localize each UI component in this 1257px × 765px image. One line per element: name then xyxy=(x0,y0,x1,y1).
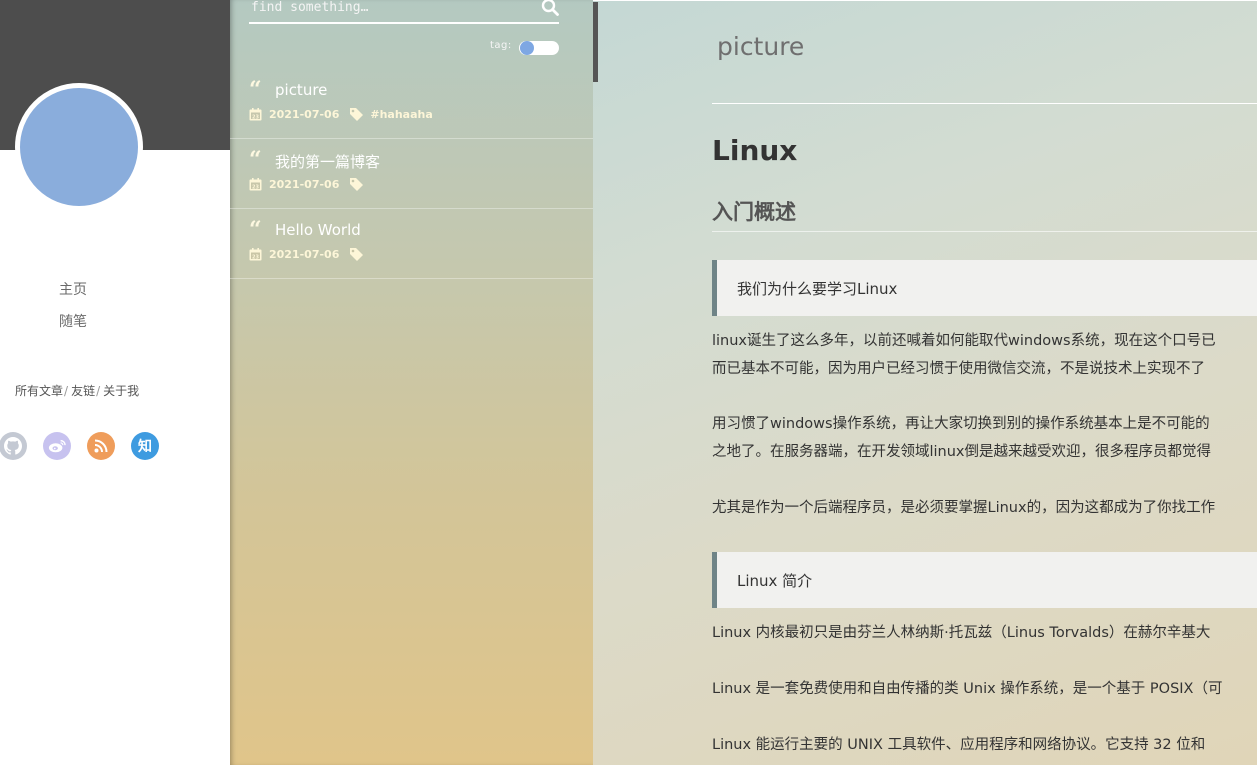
weibo-icon[interactable] xyxy=(43,432,71,460)
post-list-item[interactable]: “ 我的第一篇博客 23 2021-07-06 xyxy=(230,138,593,209)
svg-text:23: 23 xyxy=(252,254,259,260)
tag-icon xyxy=(350,107,364,121)
link-separator: / xyxy=(64,384,69,398)
calendar-icon: 23 xyxy=(249,107,262,120)
paragraph-line: 而已基本不可能，因为用户已经习惯于使用微信交流，不是说技术上实现不了 xyxy=(712,361,1205,377)
post-title[interactable]: 我的第一篇博客 xyxy=(275,151,380,172)
post-meta: 23 2021-07-06 xyxy=(249,176,370,192)
tag-icon xyxy=(350,247,364,261)
tag-toggle-label: tag: xyxy=(490,40,512,51)
paragraph: linux诞生了这么多年，以前还喊着如何能取代windows系统，现在这个口号已… xyxy=(712,327,1257,383)
article-title: picture xyxy=(717,32,805,61)
search-icon[interactable] xyxy=(541,0,559,16)
post-list-item[interactable]: “ Hello World 23 2021-07-06 xyxy=(230,208,593,279)
tag-icon xyxy=(350,177,364,191)
post-date: 2021-07-06 xyxy=(269,247,340,261)
divider xyxy=(593,0,1257,1)
rss-icon[interactable] xyxy=(87,432,115,460)
blockquote: Linux 简介 xyxy=(712,552,1257,608)
zhihu-icon[interactable]: 知 xyxy=(131,432,159,460)
nav-item-home[interactable]: 主页 xyxy=(59,280,87,312)
paragraph: 尤其是作为一个后端程序员，是必须要掌握Linux的，因为这都成为了你找工作 xyxy=(712,494,1257,522)
svg-text:23: 23 xyxy=(252,114,259,120)
paragraph: 用习惯了windows操作系统，再让大家切换到别的操作系统基本上是不可能的 之地… xyxy=(712,410,1257,466)
nav-item-essays[interactable]: 随笔 xyxy=(59,312,87,344)
search-input[interactable] xyxy=(249,0,533,20)
paragraph-line: 尤其是作为一个后端程序员，是必须要掌握Linux的，因为这都成为了你找工作 xyxy=(712,500,1216,516)
paragraph: Linux 能运行主要的 UNIX 工具软件、应用程序和网络协议。它支持 32 … xyxy=(712,731,1257,759)
post-meta: 23 2021-07-06 xyxy=(249,246,370,262)
paragraph-line: 之地了。在服务器端，在开发领域linux倒是越来越受欢迎，很多程序员都觉得 xyxy=(712,444,1212,460)
post-list-item[interactable]: “ picture 23 2021-07-06 #hahaaha xyxy=(230,68,593,139)
article-heading-1: Linux xyxy=(712,134,798,167)
toggle-knob xyxy=(520,41,534,55)
profile-sidebar: 主页 随笔 所有文章/友链/关于我 知 xyxy=(0,0,230,765)
paragraph: Linux 内核最初只是由芬兰人林纳斯·托瓦兹（Linus Torvalds）在… xyxy=(712,619,1257,647)
paragraph-line: 用习惯了windows操作系统，再让大家切换到别的操作系统基本上是不可能的 xyxy=(712,416,1210,432)
search-bar xyxy=(249,0,559,24)
link-all-articles[interactable]: 所有文章 xyxy=(15,384,63,398)
paragraph-line: Linux 是一套免费使用和自由传播的类 Unix 操作系统，是一个基于 POS… xyxy=(712,681,1223,697)
link-about-me[interactable]: 关于我 xyxy=(103,384,139,398)
blockquote-text: 我们为什么要学习Linux xyxy=(737,280,898,298)
article-heading-2: 入门概述 xyxy=(712,200,796,224)
post-list-panel: tag: “ picture 23 2021-07-06 #hahaaha “ … xyxy=(230,0,593,765)
post-meta: 23 2021-07-06 #hahaaha xyxy=(249,106,433,122)
quote-icon: “ xyxy=(249,147,262,173)
scrollbar[interactable] xyxy=(593,2,598,82)
secondary-nav: 所有文章/友链/关于我 xyxy=(15,382,139,399)
divider xyxy=(712,231,1257,232)
post-date: 2021-07-06 xyxy=(269,177,340,191)
avatar[interactable] xyxy=(15,83,143,211)
post-tag[interactable]: #hahaaha xyxy=(370,108,432,121)
blockquote-text: Linux 简介 xyxy=(737,572,813,590)
link-friends[interactable]: 友链 xyxy=(71,384,95,398)
paragraph-line: Linux 能运行主要的 UNIX 工具软件、应用程序和网络协议。它支持 32 … xyxy=(712,737,1206,753)
calendar-icon: 23 xyxy=(249,247,262,260)
article-panel: picture Linux 入门概述 我们为什么要学习Linux linux诞生… xyxy=(593,0,1257,765)
tag-toggle-switch[interactable] xyxy=(519,41,559,55)
post-date: 2021-07-06 xyxy=(269,107,340,121)
main-nav: 主页 随笔 xyxy=(59,280,87,344)
paragraph-line: Linux 内核最初只是由芬兰人林纳斯·托瓦兹（Linus Torvalds）在… xyxy=(712,625,1211,641)
blockquote: 我们为什么要学习Linux xyxy=(712,260,1257,316)
post-title[interactable]: picture xyxy=(275,81,327,99)
link-separator: / xyxy=(96,384,101,398)
divider xyxy=(712,103,1257,104)
svg-text:23: 23 xyxy=(252,184,259,190)
github-icon[interactable] xyxy=(0,432,27,460)
paragraph-line: linux诞生了这么多年，以前还喊着如何能取代windows系统，现在这个口号已 xyxy=(712,333,1216,349)
calendar-icon: 23 xyxy=(249,177,262,190)
paragraph: Linux 是一套免费使用和自由传播的类 Unix 操作系统，是一个基于 POS… xyxy=(712,675,1257,703)
quote-icon: “ xyxy=(249,77,262,103)
quote-icon: “ xyxy=(249,217,262,243)
post-title[interactable]: Hello World xyxy=(275,221,361,239)
